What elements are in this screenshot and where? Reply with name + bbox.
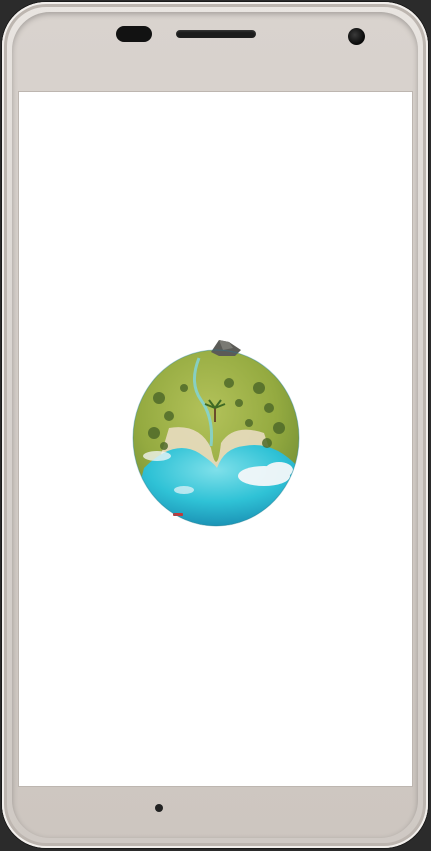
front-camera-icon xyxy=(348,28,365,45)
splash-island-image xyxy=(129,328,304,533)
island-globe-illustration xyxy=(132,340,300,527)
app-screen xyxy=(19,92,412,786)
proximity-sensor xyxy=(116,26,152,42)
earpiece-speaker xyxy=(176,30,256,38)
home-button[interactable] xyxy=(155,804,163,812)
